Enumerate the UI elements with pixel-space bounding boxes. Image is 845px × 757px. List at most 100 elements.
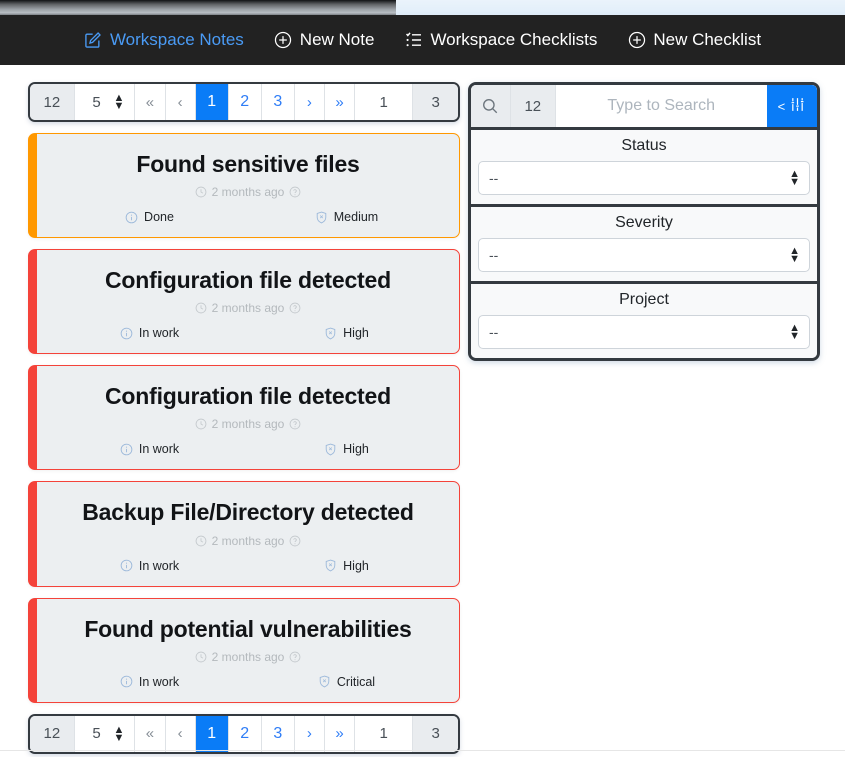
note-status: In work xyxy=(51,326,248,340)
nav-item-workspace-notes[interactable]: Workspace Notes xyxy=(69,30,259,50)
note-title: Found potential vulnerabilities xyxy=(84,615,412,642)
note-title: Found sensitive files xyxy=(136,151,360,177)
filter-label: Severity xyxy=(615,214,673,231)
filter-label: Project xyxy=(619,291,669,308)
note-status-label: In work xyxy=(138,674,180,689)
severity-select-wrapper: -- ▲ ▼ xyxy=(478,238,810,272)
pagination-bottom: 12 5 ▲ ▼ « ‹ 1 2 3 › » 1 3 xyxy=(28,713,460,754)
note-title: Configuration file detected xyxy=(105,267,391,294)
note-time-label: 2 months ago xyxy=(211,649,285,664)
pagination-first-button[interactable]: « xyxy=(135,715,166,752)
note-severity-label: High xyxy=(343,326,369,341)
note-title: Backup File/Directory detected xyxy=(82,499,414,526)
note-meta-row: In work High xyxy=(47,326,449,340)
nav-item-label: New Checklist xyxy=(653,30,762,49)
pagination-first-button[interactable]: « xyxy=(135,84,166,120)
pagination-page-3[interactable]: 3 xyxy=(261,715,295,752)
question-circle-icon[interactable] xyxy=(289,186,301,198)
nav-item-workspace-checklists[interactable]: Workspace Checklists xyxy=(389,30,612,50)
pagination-page-2[interactable]: 2 xyxy=(228,84,262,120)
note-status-label: In work xyxy=(138,558,180,573)
question-circle-icon[interactable] xyxy=(289,651,301,663)
note-card[interactable]: Found potential vulnerabilities 2 months… xyxy=(28,597,460,703)
note-status: Done xyxy=(51,210,248,224)
shield-icon xyxy=(324,327,337,340)
plus-circle-icon xyxy=(274,31,293,50)
chevron-left-icon: < xyxy=(777,98,786,114)
note-card[interactable]: Found sensitive files 2 months ago Done … xyxy=(28,133,460,239)
severity-select-value: -- xyxy=(489,247,499,263)
note-meta-row: In work High xyxy=(47,559,449,573)
pagination-last-button[interactable]: » xyxy=(324,84,356,120)
project-select-wrapper: -- ▲ ▼ xyxy=(478,315,810,349)
search-input[interactable] xyxy=(555,85,767,127)
top-navigation-bar: Workspace Notes New Note Workspace Check… xyxy=(0,15,845,65)
pagination-page-size-stepper[interactable]: 5 ▲ ▼ xyxy=(74,715,136,752)
pagination-total-pages: 3 xyxy=(413,715,458,752)
filter-group-project: Project -- ▲ ▼ xyxy=(471,281,817,358)
pagination-prev-button[interactable]: ‹ xyxy=(165,84,196,120)
pagination-page-2[interactable]: 2 xyxy=(228,715,262,752)
note-severity-label: Critical xyxy=(336,674,376,689)
search-result-count: 12 xyxy=(510,85,556,127)
note-status-label: In work xyxy=(138,442,180,457)
filter-label: Status xyxy=(621,137,667,154)
clock-icon xyxy=(195,651,207,663)
note-severity-label: Medium xyxy=(333,210,379,225)
magnifier-icon xyxy=(471,85,511,127)
note-time-label: 2 months ago xyxy=(211,417,285,432)
stepper-arrows-icon: ▲ ▼ xyxy=(113,723,125,744)
filter-group-severity: Severity -- ▲ ▼ xyxy=(471,204,817,281)
page-body: 12 5 ▲ ▼ « ‹ 1 2 3 › » 1 3 Found sensitiv… xyxy=(0,65,845,757)
pagination-page-size-value: 5 xyxy=(92,725,101,743)
note-timestamp-row: 2 months ago xyxy=(47,417,449,431)
note-status: In work xyxy=(51,675,248,689)
pagination-last-button[interactable]: » xyxy=(324,715,356,752)
pagination-page-1[interactable]: 1 xyxy=(195,84,229,120)
search-row: 12 < xyxy=(471,85,817,127)
note-card[interactable]: Configuration file detected 2 months ago xyxy=(28,249,460,355)
toggle-filters-button[interactable]: < xyxy=(766,85,817,127)
shield-icon xyxy=(315,211,328,224)
note-status: In work xyxy=(51,559,248,573)
pagination-page-1[interactable]: 1 xyxy=(195,715,229,752)
nav-item-new-note[interactable]: New Note xyxy=(259,30,390,50)
nav-item-label: New Note xyxy=(299,30,375,49)
pagination-next-button[interactable]: › xyxy=(294,715,325,752)
note-meta-row: Done Medium xyxy=(47,210,449,224)
pagination-page-3[interactable]: 3 xyxy=(261,84,295,120)
info-circle-icon xyxy=(120,327,133,340)
pagination-next-button[interactable]: › xyxy=(294,84,325,120)
note-status-label: Done xyxy=(144,210,174,225)
list-check-icon xyxy=(404,31,423,50)
note-severity: High xyxy=(248,326,445,340)
note-card[interactable]: Backup File/Directory detected 2 months … xyxy=(28,481,460,587)
question-circle-icon[interactable] xyxy=(289,302,301,314)
status-select[interactable]: -- xyxy=(478,161,810,195)
search-filter-panel: 12 < Status -- ▲▼ Sev xyxy=(468,82,820,361)
pagination-prev-button[interactable]: ‹ xyxy=(165,715,196,752)
question-circle-icon[interactable] xyxy=(289,535,301,547)
question-circle-icon[interactable] xyxy=(289,418,301,430)
pagination-page-size-value: 5 xyxy=(92,93,101,111)
severity-select[interactable]: -- xyxy=(478,238,810,272)
note-timestamp-row: 2 months ago xyxy=(47,185,449,199)
plus-circle-icon xyxy=(627,31,646,50)
pagination-total-count: 12 xyxy=(30,715,75,752)
note-severity: Critical xyxy=(248,675,445,689)
window-top-edge xyxy=(0,0,845,16)
note-status: In work xyxy=(51,442,248,456)
info-circle-icon xyxy=(125,211,138,224)
clock-icon xyxy=(195,302,207,314)
project-select[interactable]: -- xyxy=(478,315,810,349)
note-card[interactable]: Configuration file detected 2 months ago xyxy=(28,365,460,471)
edit-square-icon xyxy=(84,31,103,50)
pagination-total-pages: 3 xyxy=(413,84,458,120)
pagination-current-page: 1 xyxy=(355,84,414,120)
window-scrollbar-strip xyxy=(0,0,396,15)
note-severity-label: High xyxy=(343,442,369,457)
note-title: Configuration file detected xyxy=(105,383,391,410)
pagination-page-size-stepper[interactable]: 5 ▲ ▼ xyxy=(74,84,136,120)
note-timestamp-row: 2 months ago xyxy=(47,534,449,548)
nav-item-new-checklist[interactable]: New Checklist xyxy=(612,30,776,50)
